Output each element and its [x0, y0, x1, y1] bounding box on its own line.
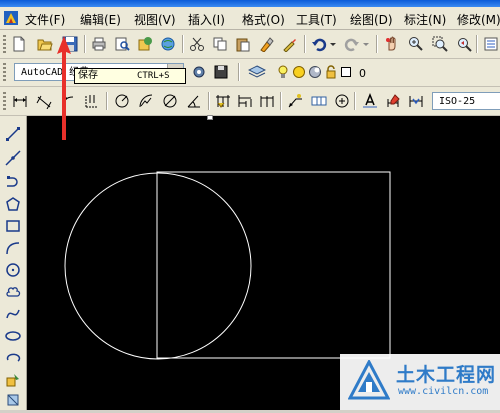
dim-angular-icon[interactable]	[185, 92, 203, 110]
dim-linear-icon[interactable]	[11, 92, 29, 110]
dim-continue-icon[interactable]	[258, 92, 276, 110]
toolbar-separator	[84, 35, 86, 53]
dim-ordinate-icon[interactable]	[83, 92, 101, 110]
undo-icon[interactable]	[310, 35, 328, 53]
toolbar-separator	[106, 92, 108, 110]
dim-update-icon[interactable]	[407, 92, 425, 110]
site-watermark: 土木工程网 www.civilcn.com	[340, 354, 500, 410]
menu-file[interactable]: 文件(F)	[25, 11, 65, 28]
menu-draw[interactable]: 绘图(D)	[350, 11, 393, 28]
layer-properties-manager-icon[interactable]	[248, 63, 266, 81]
new-icon[interactable]	[10, 35, 28, 53]
toolbar-separator	[354, 92, 356, 110]
layer-lock-icon[interactable]	[324, 63, 338, 81]
draw-toolbar	[0, 116, 27, 410]
dim-diameter-icon[interactable]	[161, 92, 179, 110]
workspace-save-icon[interactable]	[212, 63, 230, 81]
open-icon[interactable]	[36, 35, 54, 53]
print-icon[interactable]	[90, 35, 108, 53]
redo-icon[interactable]	[343, 35, 361, 53]
line-icon[interactable]	[3, 124, 23, 144]
toolbar-separator	[376, 35, 378, 53]
spline-icon[interactable]	[3, 304, 23, 324]
watermark-url: www.civilcn.com	[398, 386, 489, 397]
dim-edit-icon[interactable]	[361, 92, 379, 110]
workspace-settings-icon[interactable]	[190, 63, 208, 81]
dim-text-edit-icon[interactable]	[384, 92, 402, 110]
ellipse-arc-icon[interactable]	[3, 348, 23, 368]
menu-tools[interactable]: 工具(T)	[296, 11, 337, 28]
tooltip-label: 保存	[78, 70, 98, 81]
pan-icon[interactable]	[383, 35, 401, 53]
toolbar-separator	[208, 92, 210, 110]
menu-bar: 文件(F) 编辑(E) 视图(V) 插入(I) 格式(O) 工具(T) 绘图(D…	[0, 7, 500, 30]
paste-icon[interactable]	[234, 35, 252, 53]
dim-radius-icon[interactable]	[113, 92, 131, 110]
toolbar-separator	[476, 35, 478, 53]
plot-preview-icon[interactable]	[113, 35, 131, 53]
splitter-handle[interactable]	[207, 115, 213, 120]
circle-icon[interactable]	[3, 260, 23, 280]
revision-cloud-icon[interactable]	[3, 282, 23, 302]
zoom-window-icon[interactable]	[431, 35, 449, 53]
properties-icon[interactable]	[482, 35, 500, 53]
publish-icon[interactable]	[136, 35, 154, 53]
layer-viewport-icon[interactable]	[308, 63, 322, 81]
publish-web-icon[interactable]	[159, 35, 177, 53]
polyline-icon[interactable]	[3, 172, 23, 192]
quick-dimension-icon[interactable]	[214, 92, 232, 110]
civilcn-logo-icon	[348, 360, 390, 400]
toolbar-separator	[304, 35, 306, 53]
ellipse-icon[interactable]	[3, 326, 23, 346]
toolbar-separator	[238, 63, 240, 81]
construction-line-icon[interactable]	[3, 148, 23, 168]
undo-dropdown-icon[interactable]	[329, 35, 337, 53]
dimension-toolbar: ISO-25	[0, 87, 500, 116]
layer-color-swatch[interactable]	[340, 63, 352, 81]
cut-icon[interactable]	[188, 35, 206, 53]
copy-icon[interactable]	[211, 35, 229, 53]
tolerance-icon[interactable]	[310, 92, 328, 110]
center-mark-icon[interactable]	[333, 92, 351, 110]
autocad-app-icon[interactable]	[3, 10, 19, 26]
dim-aligned-icon[interactable]	[35, 92, 53, 110]
watermark-name: 土木工程网	[396, 364, 497, 386]
layer-name[interactable]: 0	[359, 67, 366, 80]
quick-leader-icon[interactable]	[286, 92, 304, 110]
make-block-icon[interactable]	[3, 390, 23, 410]
dimstyle-dropdown[interactable]: ISO-25	[432, 92, 500, 110]
zoom-realtime-icon[interactable]	[407, 35, 425, 53]
redo-dropdown-icon[interactable]	[362, 35, 370, 53]
menu-insert[interactable]: 插入(I)	[188, 11, 225, 28]
drawn-rectangle[interactable]	[156, 171, 391, 359]
arc-icon[interactable]	[3, 238, 23, 258]
match-properties-icon[interactable]	[257, 35, 275, 53]
polygon-icon[interactable]	[3, 194, 23, 214]
toolbar-grip[interactable]	[3, 35, 6, 53]
standard-toolbar	[0, 30, 500, 59]
menu-dimension[interactable]: 标注(N)	[404, 11, 446, 28]
tooltip-shortcut: CTRL+S	[137, 71, 170, 81]
drawn-circle[interactable]	[64, 172, 252, 360]
rectangle-icon[interactable]	[3, 216, 23, 236]
dim-jogged-icon[interactable]	[137, 92, 155, 110]
annotation-arrow	[57, 36, 71, 140]
menu-modify[interactable]: 修改(M)	[457, 11, 500, 28]
save-tooltip: 保存 CTRL+S	[74, 68, 186, 84]
toolbar-grip[interactable]	[3, 63, 6, 81]
insert-block-icon[interactable]	[3, 370, 23, 390]
title-bar	[0, 0, 500, 7]
layer-on-icon[interactable]	[276, 63, 290, 81]
dim-baseline-icon[interactable]	[236, 92, 254, 110]
dimstyle-value: ISO-25	[439, 96, 476, 107]
toolbar-grip[interactable]	[3, 92, 6, 110]
menu-edit[interactable]: 编辑(E)	[80, 11, 121, 28]
layer-thaw-icon[interactable]	[292, 63, 306, 81]
toolbar-separator	[280, 92, 282, 110]
block-editor-icon[interactable]	[281, 35, 299, 53]
zoom-previous-icon[interactable]	[455, 35, 473, 53]
menu-view[interactable]: 视图(V)	[134, 11, 176, 28]
toolbar-separator	[182, 35, 184, 53]
menu-format[interactable]: 格式(O)	[242, 11, 285, 28]
